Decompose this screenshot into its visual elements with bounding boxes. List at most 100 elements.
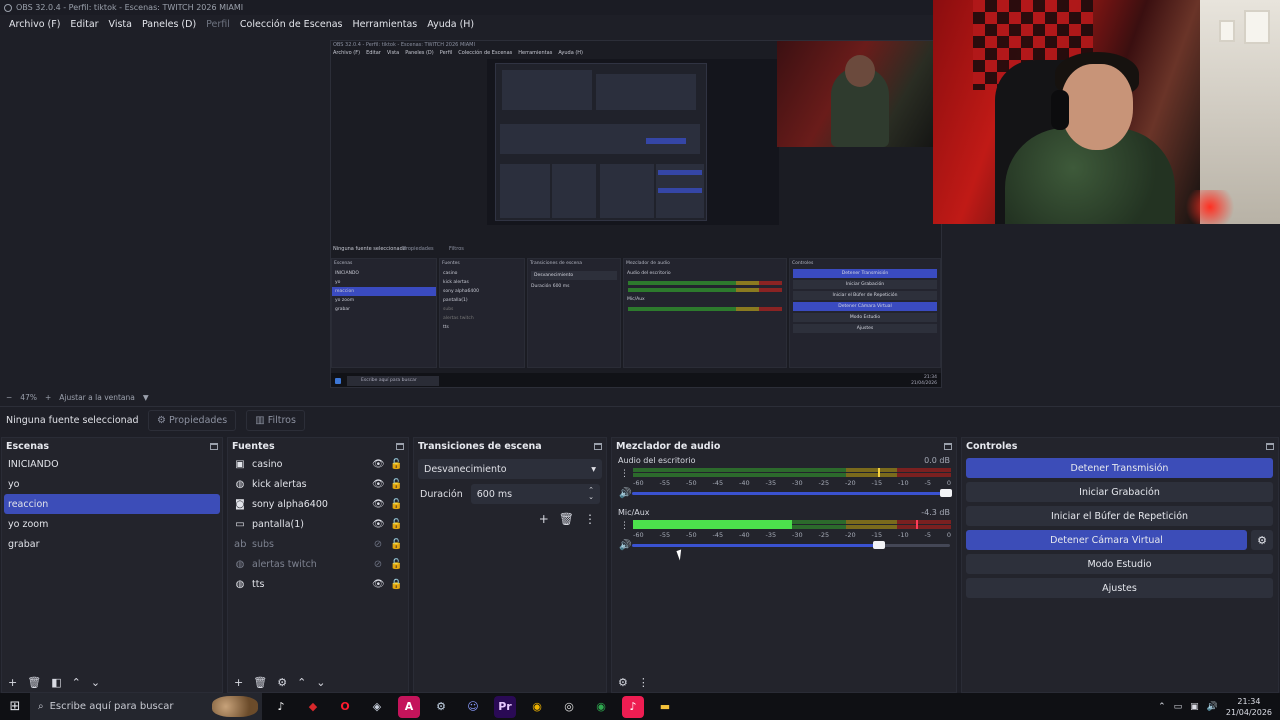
source-item[interactable]: ▭ pantalla(1) 👁 🔓	[228, 514, 408, 534]
taskbar-search[interactable]: ⌕ Escribe aquí para buscar	[30, 693, 262, 720]
menu-coleccion-escenas[interactable]: Colección de Escenas	[235, 19, 348, 30]
tiktok-2-app-icon[interactable]: ♪	[622, 695, 644, 718]
scene-item[interactable]: yo	[2, 474, 222, 494]
scene-item[interactable]: yo zoom	[2, 514, 222, 534]
menu-archivo[interactable]: Archivo (F)	[4, 19, 65, 30]
eye-icon[interactable]: 👁	[372, 479, 385, 490]
battery-icon[interactable]: ▭	[1174, 702, 1183, 712]
unlock-icon[interactable]: 🔓	[390, 559, 402, 570]
chevron-down-icon[interactable]: ⌄	[91, 676, 100, 689]
filters-button[interactable]: ▥ Filtros	[246, 409, 305, 431]
eye-hidden-icon[interactable]: ⊘	[372, 559, 384, 570]
gear-icon[interactable]: ⚙	[277, 676, 287, 689]
volume-slider-handle[interactable]	[940, 489, 952, 497]
razer-app-icon[interactable]: ◆	[302, 696, 324, 718]
eye-icon[interactable]: 👁	[372, 519, 385, 530]
unlock-icon[interactable]: 🔓	[390, 499, 402, 510]
undock-icon[interactable]	[944, 442, 952, 450]
chevron-up-icon[interactable]: ⌃	[297, 676, 306, 689]
start-recording-button[interactable]: Iniciar Grabación	[966, 482, 1273, 502]
volume-slider-handle[interactable]	[873, 541, 885, 549]
clock[interactable]: 21:34 21/04/2026	[1226, 696, 1272, 718]
network-icon[interactable]: ▣	[1190, 702, 1199, 712]
menu-vista[interactable]: Vista	[104, 19, 137, 30]
discord-app-icon[interactable]: ☺	[462, 696, 484, 718]
volume-slider-fill[interactable]	[632, 492, 950, 495]
trash-icon[interactable]: 🗑	[253, 676, 267, 689]
unlock-icon[interactable]: 🔓	[390, 479, 402, 490]
eye-icon[interactable]: 👁	[372, 579, 385, 590]
volume-icon[interactable]: 🔊	[1207, 702, 1218, 712]
chevron-down-icon[interactable]: ⌄	[316, 676, 325, 689]
scene-item[interactable]: grabar	[2, 534, 222, 554]
affinity-app-icon[interactable]: A	[398, 695, 420, 718]
scene-filter-icon[interactable]: ◧	[51, 676, 61, 689]
more-menu-icon[interactable]: ⋮	[584, 512, 596, 526]
more-menu-icon[interactable]: ⋮	[620, 521, 629, 531]
speaker-icon[interactable]: 🔊	[619, 488, 631, 499]
chrome-2-app-icon[interactable]: ◉	[590, 696, 612, 718]
spin-arrows-icon[interactable]: ⌃ ⌄	[588, 487, 594, 501]
trash-icon[interactable]: 🗑	[27, 676, 41, 689]
trash-icon[interactable]: 🗑	[559, 512, 574, 526]
replay-buffer-button[interactable]: Iniciar el Búfer de Repetición	[966, 506, 1273, 526]
source-item[interactable]: ◙ sony alpha6400 👁 🔓	[228, 494, 408, 514]
virtual-camera-settings-icon[interactable]: ⚙	[1251, 530, 1273, 550]
properties-button[interactable]: ⚙ Propiedades	[148, 409, 237, 431]
settings-button[interactable]: Ajustes	[966, 578, 1273, 598]
stop-stream-button[interactable]: Detener Transmisión	[966, 458, 1273, 478]
app-app-icon[interactable]: ◈	[366, 696, 388, 718]
more-menu-icon[interactable]: ⋮	[620, 469, 629, 479]
source-item[interactable]: ◍ tts 👁 🔒	[228, 574, 408, 594]
menu-ayuda[interactable]: Ayuda (H)	[422, 19, 479, 30]
lock-icon[interactable]: 🔒	[390, 579, 402, 590]
unlock-icon[interactable]: 🔓	[390, 519, 402, 530]
windows-start-icon[interactable]: ⊞	[0, 699, 30, 714]
add-icon[interactable]: +	[8, 676, 17, 689]
eye-icon[interactable]: 👁	[372, 459, 385, 470]
source-item-hidden[interactable]: ab subs ⊘ 🔓	[228, 534, 408, 554]
studio-mode-button[interactable]: Modo Estudio	[966, 554, 1273, 574]
unlock-icon[interactable]: 🔓	[390, 539, 402, 550]
menu-herramientas[interactable]: Herramientas	[348, 19, 423, 30]
source-item[interactable]: ▣ casino 👁 🔓	[228, 454, 408, 474]
premiere-app-icon[interactable]: Pr	[494, 695, 516, 718]
unlock-icon[interactable]: 🔓	[390, 459, 402, 470]
zoom-in-button[interactable]: +	[45, 393, 51, 402]
undock-icon[interactable]	[594, 442, 602, 450]
transition-select[interactable]: Desvanecimiento ▾	[418, 459, 602, 479]
opera-app-icon[interactable]: O	[334, 696, 356, 718]
mixer-settings-icon[interactable]: ⚙	[618, 676, 628, 689]
fit-window-button[interactable]: Ajustar a la ventana	[59, 393, 135, 402]
scene-item-selected[interactable]: reaccion	[4, 494, 220, 514]
undock-icon[interactable]	[1266, 442, 1274, 450]
chrome-app-icon[interactable]: ◉	[526, 696, 548, 718]
menu-perfil[interactable]: Perfil	[201, 19, 235, 30]
duration-spinbox[interactable]: 600 ms ⌃ ⌄	[470, 484, 600, 504]
add-icon[interactable]: +	[234, 676, 243, 689]
steam-app-icon[interactable]: ⚙	[430, 696, 452, 718]
volume-slider-track[interactable]	[883, 544, 950, 547]
source-item[interactable]: ◍ kick alertas 👁 🔓	[228, 474, 408, 494]
eye-hidden-icon[interactable]: ⊘	[372, 539, 384, 550]
undock-icon[interactable]	[396, 442, 404, 450]
nested-dur-row: Duración 600 ms	[528, 282, 620, 291]
volume-slider-fill[interactable]	[632, 544, 883, 547]
scene-item[interactable]: INICIANDO	[2, 454, 222, 474]
undock-icon[interactable]	[210, 442, 218, 450]
eye-icon[interactable]: 👁	[372, 499, 385, 510]
zoom-out-button[interactable]: −	[6, 393, 12, 402]
chevron-up-icon[interactable]: ⌃	[72, 676, 81, 689]
tiktok-app-icon[interactable]: ♪	[270, 696, 292, 718]
obs-app-icon[interactable]: ◎	[558, 696, 580, 718]
chevron-up-icon[interactable]: ⌃	[1158, 702, 1166, 712]
more-menu-icon[interactable]: ⋮	[638, 676, 649, 689]
menu-editar[interactable]: Editar	[65, 19, 103, 30]
zoom-dropdown-icon[interactable]: ▼	[143, 393, 149, 402]
explorer-app-icon[interactable]: ▬	[654, 696, 676, 718]
source-item-hidden[interactable]: ◍ alertas twitch ⊘ 🔓	[228, 554, 408, 574]
add-icon[interactable]: +	[539, 512, 549, 526]
menu-paneles[interactable]: Paneles (D)	[137, 19, 201, 30]
stop-virtual-camera-button[interactable]: Detener Cámara Virtual	[966, 530, 1247, 550]
speaker-icon[interactable]: 🔊	[619, 540, 631, 551]
